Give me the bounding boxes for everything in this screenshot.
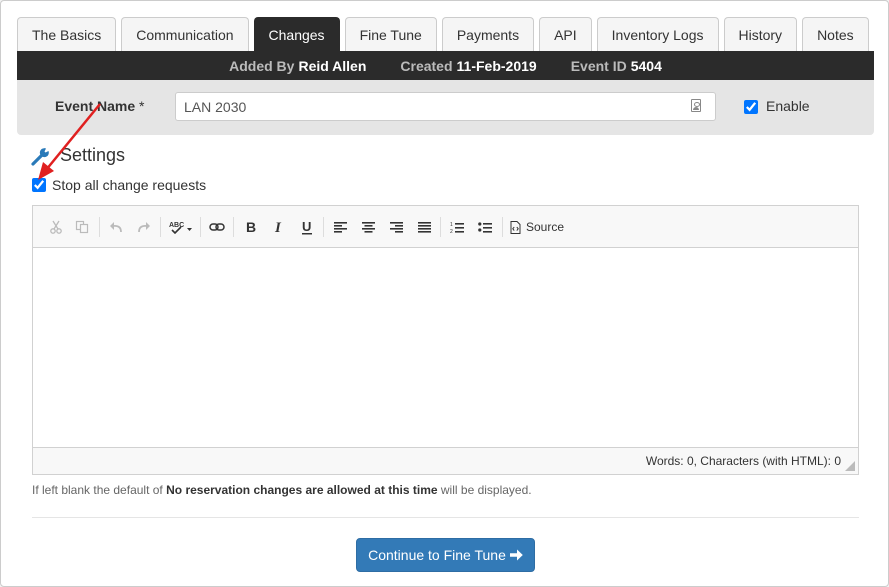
tab-communication[interactable]: Communication	[121, 17, 249, 51]
svg-text:2: 2	[450, 229, 453, 234]
created-info: Created 11-Feb-2019	[400, 58, 536, 74]
event-id-value: 5404	[630, 57, 662, 74]
settings-title: Settings	[60, 145, 126, 165]
tab-api[interactable]: API	[539, 17, 592, 51]
event-name-panel: Event Name * Enable	[17, 80, 874, 135]
toolbar-separator	[440, 217, 441, 237]
italic-icon[interactable]: I	[269, 216, 289, 238]
added-by-label: Added By	[229, 57, 295, 74]
editor-status-bar: Words: 0, Characters (with HTML): 0	[33, 447, 858, 474]
enable-label: Enable	[766, 98, 810, 114]
tab-the-basics[interactable]: The Basics	[17, 17, 117, 51]
created-value: 11-Feb-2019	[456, 57, 537, 74]
redo-icon[interactable]	[135, 216, 153, 238]
toolbar-separator	[160, 217, 161, 237]
copy-icon[interactable]	[73, 216, 91, 238]
enable-checkbox[interactable]	[744, 100, 758, 114]
tab-changes[interactable]: Changes	[253, 17, 340, 51]
toolbar-separator	[233, 217, 234, 237]
event-editor-panel: The Basics Communication Changes Fine Tu…	[0, 0, 889, 587]
arrow-right-icon	[509, 549, 523, 561]
tab-bar: The Basics Communication Changes Fine Tu…	[17, 17, 869, 51]
justify-icon[interactable]	[414, 216, 434, 238]
added-by-info: Added By Reid Allen	[229, 58, 366, 74]
stop-change-requests-checkbox[interactable]	[32, 178, 46, 192]
toolbar-separator	[99, 217, 100, 237]
svg-text:B: B	[246, 220, 256, 234]
underline-icon[interactable]: U	[297, 216, 317, 238]
toolbar-separator	[323, 217, 324, 237]
undo-icon[interactable]	[107, 216, 125, 238]
numbered-list-icon[interactable]: 12	[447, 216, 467, 238]
event-id-info: Event ID 5404	[571, 58, 662, 74]
help-prefix: If left blank the default of	[32, 483, 163, 497]
svg-text:U: U	[302, 220, 311, 234]
tab-notes[interactable]: Notes	[802, 17, 869, 51]
svg-text:1: 1	[450, 222, 453, 228]
tab-inventory-logs[interactable]: Inventory Logs	[596, 17, 719, 51]
align-right-icon[interactable]	[386, 216, 406, 238]
help-text: If left blank the default of No reservat…	[32, 483, 532, 497]
source-button[interactable]: Source	[510, 216, 570, 238]
help-suffix: will be displayed.	[440, 483, 532, 497]
divider	[32, 517, 859, 518]
stop-change-requests-label[interactable]: Stop all change requests	[52, 177, 206, 193]
event-id-label: Event ID	[570, 57, 627, 74]
bullet-list-icon[interactable]	[475, 216, 495, 238]
tab-fine-tune[interactable]: Fine Tune	[344, 17, 437, 51]
link-icon[interactable]	[207, 216, 227, 238]
settings-header: Settings	[31, 145, 125, 166]
event-name-label: Event Name *	[55, 98, 145, 114]
wrench-icon	[31, 147, 49, 166]
resize-handle-icon[interactable]	[845, 461, 855, 471]
help-default-text: No reservation changes are allowed at th…	[166, 483, 438, 497]
source-icon	[510, 220, 521, 234]
required-marker: *	[139, 98, 145, 114]
word-count: Words: 0, Characters (with HTML): 0	[645, 454, 841, 468]
align-left-icon[interactable]	[330, 216, 350, 238]
continue-button-label: Continue to Fine Tune	[368, 547, 506, 563]
created-label: Created	[400, 57, 453, 74]
toolbar-separator	[200, 217, 201, 237]
svg-text:I: I	[274, 220, 282, 234]
toolbar-separator	[502, 217, 503, 237]
tab-payments[interactable]: Payments	[441, 17, 535, 51]
source-label: Source	[526, 220, 565, 234]
tab-history[interactable]: History	[723, 17, 798, 51]
event-info-bar: Added By Reid Allen Created 11-Feb-2019 Ev…	[17, 51, 874, 80]
contact-card-icon[interactable]	[691, 99, 701, 112]
cut-icon[interactable]	[47, 216, 65, 238]
editor-content-area[interactable]	[33, 248, 858, 447]
added-by-value: Reid Allen	[298, 57, 367, 74]
editor-toolbar: ABC B I U 1 2 Source	[33, 206, 858, 248]
rich-text-editor: ABC B I U 1 2 Source Words: 0, Character…	[32, 205, 859, 475]
continue-to-fine-tune-button[interactable]: Continue to Fine Tune	[356, 538, 535, 572]
align-center-icon[interactable]	[358, 216, 378, 238]
event-name-label-text: Event Name	[55, 98, 136, 114]
bold-icon[interactable]: B	[241, 216, 261, 238]
spellcheck-icon[interactable]: ABC	[168, 216, 194, 238]
event-name-input[interactable]	[175, 92, 716, 121]
svg-text:ABC: ABC	[169, 222, 184, 229]
